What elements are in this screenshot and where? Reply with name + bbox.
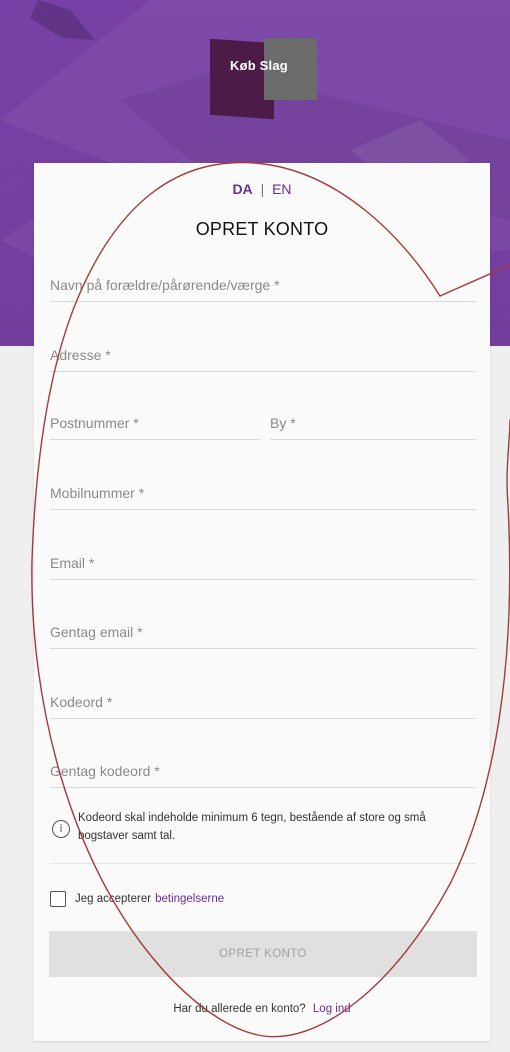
create-account-button[interactable]: OPRET KONTO (49, 931, 477, 977)
password-input[interactable] (50, 690, 476, 714)
login-prompt: Har du allerede en konto? Log ind (34, 1003, 490, 1015)
language-separator: | (260, 181, 265, 197)
terms-checkbox[interactable] (50, 891, 66, 907)
repeat-password-field (50, 759, 476, 788)
language-switcher: DA | EN (34, 181, 490, 197)
address-field (50, 343, 476, 372)
postcode-field (50, 411, 260, 440)
password-requirements: i Kodeord skal indeholde minimum 6 tegn,… (50, 809, 476, 864)
terms-link[interactable]: betingelserne (155, 893, 224, 905)
kob-slag-logo: Køb Slag (210, 38, 318, 120)
login-prompt-text: Har du allerede en konto? (173, 1003, 306, 1015)
email-field (50, 551, 476, 580)
logo-text: Køb Slag (230, 58, 288, 73)
city-input[interactable] (270, 411, 476, 435)
password-field (50, 690, 476, 719)
terms-prefix: Jeg accepterer (75, 893, 152, 905)
address-input[interactable] (50, 343, 476, 367)
mobile-input[interactable] (50, 481, 476, 505)
repeat-email-input[interactable] (50, 620, 476, 644)
language-en[interactable]: EN (272, 181, 291, 197)
info-circle-icon: i (52, 820, 70, 838)
mobile-field (50, 481, 476, 510)
guardian-name-field (50, 273, 476, 302)
email-input[interactable] (50, 551, 476, 575)
postcode-input[interactable] (50, 411, 260, 435)
signup-page: Køb Slag DA | EN OPRET KONTO Navn på for… (0, 0, 510, 1052)
login-link[interactable]: Log ind (313, 1003, 351, 1015)
password-hint-text: Kodeord skal indeholde minimum 6 tegn, b… (78, 812, 426, 842)
create-account-card: DA | EN OPRET KONTO Navn på forældre/pår… (34, 163, 490, 1041)
repeat-email-field (50, 620, 476, 649)
terms-row: Jeg accepterer betingelserne (50, 889, 224, 909)
city-field (270, 411, 476, 440)
language-da[interactable]: DA (232, 181, 252, 197)
guardian-name-input[interactable] (50, 273, 476, 297)
page-title: OPRET KONTO (195, 219, 329, 239)
repeat-password-input[interactable] (50, 759, 476, 783)
